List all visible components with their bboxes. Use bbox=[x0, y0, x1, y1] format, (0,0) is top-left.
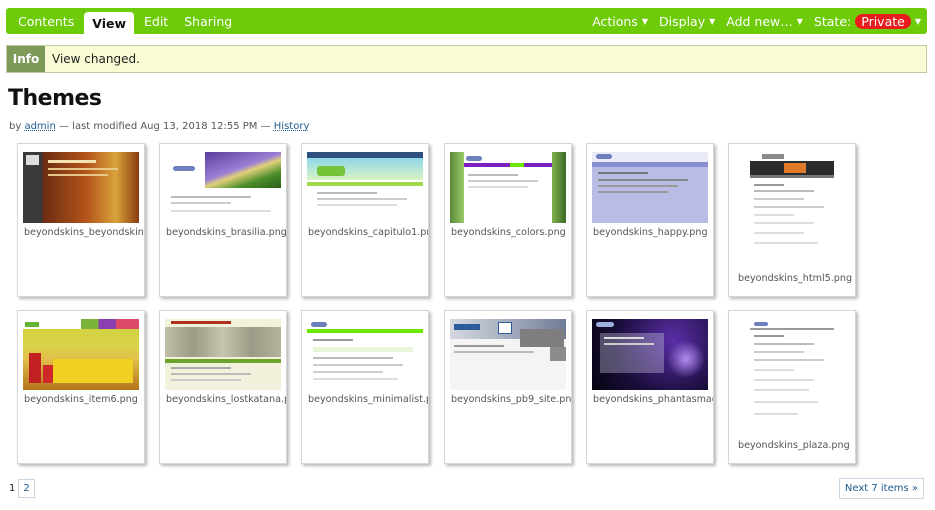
display-menu[interactable]: Display ▼ bbox=[659, 14, 715, 29]
state-menu[interactable]: State: Private ▼ bbox=[813, 13, 921, 29]
thumbnail-filename: beyondskins_plaza.png bbox=[738, 440, 850, 451]
thumbnail-card[interactable]: beyondskins_beyondskins.png bbox=[17, 143, 145, 297]
byline: by admin — last modified Aug 13, 2018 12… bbox=[9, 121, 309, 132]
thumbnail-image bbox=[165, 152, 281, 223]
thumbnail-image bbox=[23, 152, 139, 223]
thumbnail-image bbox=[307, 152, 423, 223]
actions-menu-label: Actions bbox=[592, 13, 638, 29]
display-menu-label: Display bbox=[659, 13, 706, 29]
edit-bar-tabs: Contents View Edit Sharing bbox=[6, 8, 240, 34]
thumbnail-image bbox=[307, 319, 423, 390]
tab-view[interactable]: View bbox=[84, 12, 134, 34]
thumbnail-card[interactable]: beyondskins_plaza.png bbox=[728, 310, 856, 464]
current-page: 1 bbox=[9, 483, 16, 494]
thumbnail-filename: beyondskins_html5.png bbox=[738, 273, 853, 284]
thumbnail-image bbox=[592, 152, 708, 223]
thumbnail-image bbox=[165, 319, 281, 390]
page-link[interactable]: 2 bbox=[18, 479, 35, 498]
thumbnail-filename: beyondskins_item6.png bbox=[24, 394, 138, 405]
thumbnail-image bbox=[750, 319, 834, 436]
edit-bar-menus: Actions ▼ Display ▼ Add new… ▼ State: Pr… bbox=[581, 8, 927, 34]
thumbnail-card[interactable]: beyondskins_brasilia.png bbox=[159, 143, 287, 297]
thumbnail-filename: beyondskins_brasilia.png bbox=[166, 227, 287, 238]
status-label: Info bbox=[7, 46, 45, 72]
thumbnail-filename: beyondskins_happy.png bbox=[593, 227, 708, 238]
tab-edit[interactable]: Edit bbox=[136, 8, 176, 34]
thumbnail-card[interactable]: beyondskins_colors.png bbox=[444, 143, 572, 297]
thumbnail-card[interactable]: beyondskins_capitulo1.png bbox=[301, 143, 429, 297]
thumbnail-filename: beyondskins_capitulo1.png bbox=[308, 227, 429, 238]
thumbnail-filename: beyondskins_pb9_site.png bbox=[451, 394, 572, 405]
thumbnail-card[interactable]: beyondskins_pb9_site.png bbox=[444, 310, 572, 464]
next-page-button[interactable]: Next 7 items » bbox=[838, 478, 924, 499]
page-title: Themes bbox=[8, 86, 102, 111]
thumbnail-card[interactable]: beyondskins_html5.png bbox=[728, 143, 856, 297]
history-link[interactable]: History bbox=[274, 121, 310, 132]
thumbnail-image bbox=[592, 319, 708, 390]
state-label: State: bbox=[813, 13, 852, 29]
thumbnail-filename: beyondskins_lostkatana.png bbox=[166, 394, 286, 405]
chevron-down-icon: ▼ bbox=[796, 16, 803, 26]
edit-bar: Contents View Edit Sharing Actions ▼ Dis… bbox=[6, 8, 927, 34]
byline-modified: — last modified Aug 13, 2018 12:55 PM — bbox=[58, 121, 271, 132]
state-badge: Private bbox=[855, 13, 911, 29]
chevron-down-icon: ▼ bbox=[709, 16, 716, 26]
thumbnail-filename: beyondskins_colors.png bbox=[451, 227, 566, 238]
add-new-menu-label: Add new… bbox=[726, 13, 793, 29]
thumbnail-card[interactable]: beyondskins_lostkatana.png bbox=[159, 310, 287, 464]
thumbnail-image bbox=[23, 319, 139, 390]
chevron-down-icon: ▼ bbox=[914, 16, 921, 26]
thumbnail-filename: beyondskins_phantasmagoria.png bbox=[593, 394, 714, 405]
thumbnail-card[interactable]: beyondskins_phantasmagoria.png bbox=[586, 310, 714, 464]
thumbnail-image bbox=[450, 152, 566, 223]
status-message: Info View changed. bbox=[6, 45, 927, 73]
pagination: 1 2 bbox=[9, 479, 35, 498]
author-link[interactable]: admin bbox=[24, 121, 55, 132]
thumbnail-filename: beyondskins_minimalist.png bbox=[308, 394, 428, 405]
tab-sharing[interactable]: Sharing bbox=[176, 8, 240, 34]
tab-contents[interactable]: Contents bbox=[10, 8, 82, 34]
chevron-down-icon: ▼ bbox=[641, 16, 649, 26]
thumbnail-card[interactable]: beyondskins_happy.png bbox=[586, 143, 714, 297]
byline-prefix: by bbox=[9, 121, 22, 132]
thumbnail-image bbox=[750, 152, 834, 269]
thumbnail-filename: beyondskins_beyondskins.png bbox=[24, 227, 144, 238]
add-new-menu[interactable]: Add new… ▼ bbox=[726, 14, 803, 29]
thumbnail-card[interactable]: beyondskins_item6.png bbox=[17, 310, 145, 464]
thumbnail-card[interactable]: beyondskins_minimalist.png bbox=[301, 310, 429, 464]
thumbnail-image bbox=[450, 319, 566, 390]
actions-menu[interactable]: Actions ▼ bbox=[592, 14, 648, 29]
status-text: View changed. bbox=[52, 52, 140, 66]
